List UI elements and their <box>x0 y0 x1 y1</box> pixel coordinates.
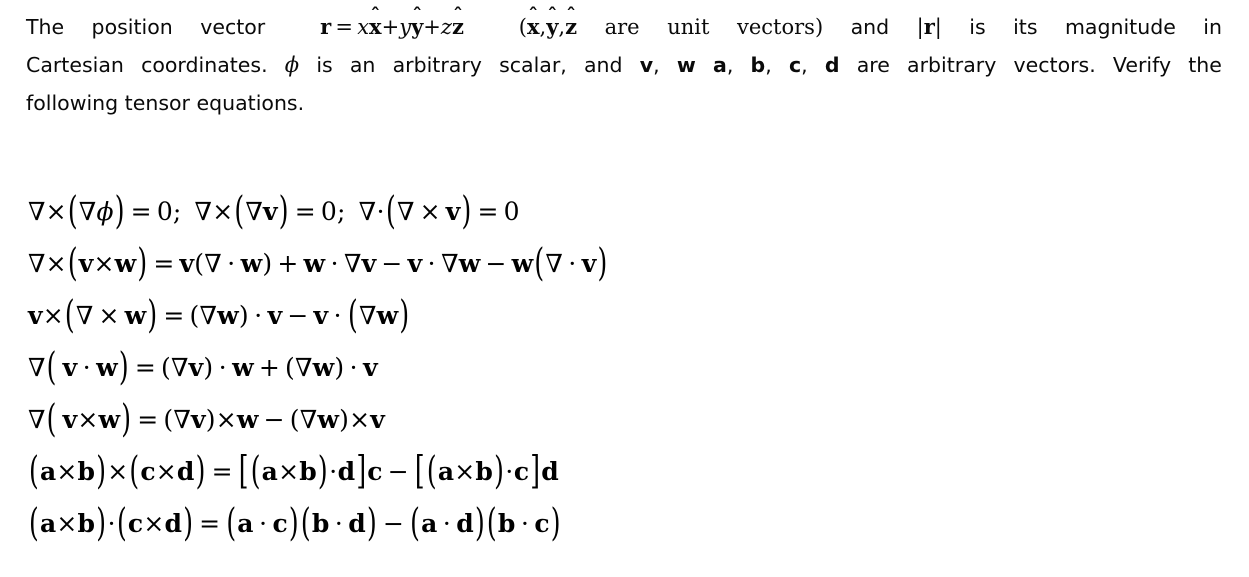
equation-block: ∇×(∇ϕ) = 0; ∇×(∇v) = 0; ∇⋅(∇ × v) = 0 ∇×(v×w) = v(∇ ⋅… <box>28 186 1208 550</box>
math-plus-1: + <box>381 15 400 39</box>
prose-vector-w: w <box>676 53 696 77</box>
prose-verify-phrase: are arbitrary vectors. Verify the <box>856 53 1222 77</box>
math-equals: = <box>335 15 353 39</box>
prose-vector-b: b <box>750 53 766 77</box>
equation-row: (a×b)×(c×d) = [(a×b)⋅d]c − [(a×b)⋅c]d <box>29 447 559 493</box>
prose-and-1: and <box>850 15 890 39</box>
math-vector-r: r <box>320 14 332 39</box>
math-plus-2: + <box>423 15 441 39</box>
intro-paragraph: The position vector r = x ˆ x+y ˆ y+z ˆ z (ˆ x,… <box>26 6 1222 122</box>
prose-text-segment: The position vector <box>26 15 266 39</box>
unit-vector-z-hat: ˆz <box>452 6 464 37</box>
prose-comma-4: , <box>801 53 808 77</box>
equation-row: ∇×(∇ϕ) = 0; ∇×(∇v) = 0; ∇⋅(∇ × v) = 0 <box>28 187 520 233</box>
prose-vector-d: d <box>824 53 840 77</box>
math-var-x: x <box>357 15 370 39</box>
hat-accent-icon: ˆ <box>566 4 576 28</box>
magnitude-bar-left: | <box>916 15 924 39</box>
prose-scalar-phrase: is an arbitrary scalar, and <box>316 53 623 77</box>
prose-comma-1: , <box>653 53 660 77</box>
magnitude-bar-right: | <box>934 15 942 39</box>
unit-vector-list-x-hat: ˆx <box>527 6 540 37</box>
paragraph-line-2: Cartesian coordinates. ϕ is an arbitrary… <box>26 46 1222 84</box>
unit-vector-list-z-hat: ˆz <box>565 6 577 37</box>
prose-comma-3: , <box>765 53 772 77</box>
hat-accent-icon: ˆ <box>547 4 558 28</box>
math-var-y: y <box>399 15 412 39</box>
paragraph-line-1: The position vector r = x ˆ x+y ˆ y+z ˆ z (ˆ x,… <box>26 6 1222 46</box>
equation-row: ∇×(v×w) = v(∇ ⋅ w) + w ⋅ ∇v − v ⋅ ∇w − w(∇ ⋅ v) <box>28 239 608 285</box>
equation-row: v×(∇ × w) = (∇w) ⋅ v − v ⋅ (∇w) <box>28 291 410 337</box>
math-var-z: z <box>440 15 452 39</box>
prose-cartesian-phrase: Cartesian coordinates. <box>26 53 268 77</box>
unit-vector-x-hat: ˆx <box>369 6 382 37</box>
math-comma-2: , <box>558 15 566 39</box>
prose-vector-a: a <box>712 53 727 77</box>
prose-magnitude-phrase: is its magnitude in <box>969 15 1222 39</box>
math-paren-open: ( <box>518 15 527 39</box>
prose-unit-vectors-phrase: are unit vectors) <box>604 15 824 39</box>
paragraph-line-3: following tensor equations. <box>26 91 305 115</box>
hat-accent-icon: ˆ <box>412 4 422 28</box>
equation-row: ∇(v ⋅ w) = (∇v) ⋅ w + (∇w) ⋅ v <box>28 343 378 389</box>
document-page: The position vector r = x ˆ x+y ˆ y+z ˆ z (ˆ x,… <box>0 0 1249 577</box>
prose-vector-c: c <box>788 53 802 77</box>
hat-accent-icon: ˆ <box>370 4 381 28</box>
prose-comma-2: , <box>726 53 734 77</box>
hat-accent-icon: ˆ <box>453 4 463 28</box>
unit-vector-y-hat: ˆy <box>411 6 423 37</box>
prose-vector-v: v <box>639 53 654 77</box>
magnitude-vector-r: r <box>923 14 935 39</box>
unit-vector-list-y-hat: ˆy <box>546 6 558 37</box>
math-symbol-phi: ϕ <box>284 53 300 77</box>
hat-accent-icon: ˆ <box>528 4 539 28</box>
